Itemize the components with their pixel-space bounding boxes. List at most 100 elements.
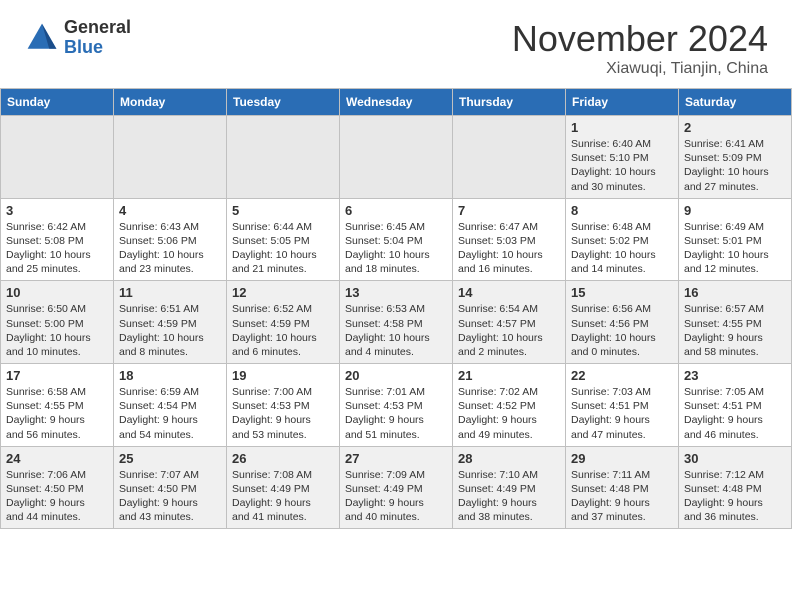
calendar-week-row: 10 Sunrise: 6:50 AM Sunset: 5:00 PM Dayli…	[1, 281, 792, 364]
day-number: 21	[458, 368, 560, 383]
calendar-day-cell: 14 Sunrise: 6:54 AM Sunset: 4:57 PM Dayli…	[453, 281, 566, 364]
calendar-day-cell: 17 Sunrise: 6:58 AM Sunset: 4:55 PM Dayli…	[1, 364, 114, 447]
day-info: Sunrise: 6:41 AM Sunset: 5:09 PM Dayligh…	[684, 137, 786, 194]
day-number: 22	[571, 368, 673, 383]
day-info: Sunrise: 6:50 AM Sunset: 5:00 PM Dayligh…	[6, 302, 108, 359]
day-info: Sunrise: 6:43 AM Sunset: 5:06 PM Dayligh…	[119, 220, 221, 277]
day-info: Sunrise: 6:57 AM Sunset: 4:55 PM Dayligh…	[684, 302, 786, 359]
day-info: Sunrise: 7:10 AM Sunset: 4:49 PM Dayligh…	[458, 468, 560, 525]
calendar-day-cell: 19 Sunrise: 7:00 AM Sunset: 4:53 PM Dayli…	[227, 364, 340, 447]
calendar-day-cell	[1, 116, 114, 199]
calendar-day-cell: 18Sunrise: 6:59 AM Sunset: 4:54 PM Dayli…	[114, 364, 227, 447]
calendar-table: SundayMondayTuesdayWednesdayThursdayFrid…	[0, 88, 792, 529]
day-number: 20	[345, 368, 447, 383]
calendar-day-cell: 2 Sunrise: 6:41 AM Sunset: 5:09 PM Daylig…	[679, 116, 792, 199]
day-number: 3	[6, 203, 108, 218]
day-info: Sunrise: 6:59 AM Sunset: 4:54 PM Dayligh…	[119, 385, 221, 442]
day-number: 13	[345, 285, 447, 300]
day-info: Sunrise: 6:42 AM Sunset: 5:08 PM Dayligh…	[6, 220, 108, 277]
logo: General Blue	[24, 18, 131, 58]
calendar-day-cell: 20Sunrise: 7:01 AM Sunset: 4:53 PM Dayli…	[340, 364, 453, 447]
month-title: November 2024	[512, 18, 768, 60]
day-info: Sunrise: 6:47 AM Sunset: 5:03 PM Dayligh…	[458, 220, 560, 277]
day-number: 5	[232, 203, 334, 218]
weekday-header: Sunday	[1, 89, 114, 116]
calendar-week-row: 17 Sunrise: 6:58 AM Sunset: 4:55 PM Dayli…	[1, 364, 792, 447]
logo-icon	[24, 20, 60, 56]
day-info: Sunrise: 6:51 AM Sunset: 4:59 PM Dayligh…	[119, 302, 221, 359]
calendar-day-cell: 23 Sunrise: 7:05 AM Sunset: 4:51 PM Dayli…	[679, 364, 792, 447]
calendar-day-cell: 11 Sunrise: 6:51 AM Sunset: 4:59 PM Dayli…	[114, 281, 227, 364]
calendar-day-cell: 5 Sunrise: 6:44 AM Sunset: 5:05 PM Daylig…	[227, 198, 340, 281]
day-info: Sunrise: 6:54 AM Sunset: 4:57 PM Dayligh…	[458, 302, 560, 359]
weekday-header: Wednesday	[340, 89, 453, 116]
day-info: Sunrise: 7:00 AM Sunset: 4:53 PM Dayligh…	[232, 385, 334, 442]
calendar-day-cell: 1 Sunrise: 6:40 AM Sunset: 5:10 PM Daylig…	[566, 116, 679, 199]
day-info: Sunrise: 6:40 AM Sunset: 5:10 PM Dayligh…	[571, 137, 673, 194]
day-number: 6	[345, 203, 447, 218]
calendar-day-cell: 9Sunrise: 6:49 AM Sunset: 5:01 PM Daylig…	[679, 198, 792, 281]
calendar-day-cell	[227, 116, 340, 199]
page-header: General Blue November 2024 Xiawuqi, Tian…	[0, 0, 792, 88]
calendar-day-cell: 12 Sunrise: 6:52 AM Sunset: 4:59 PM Dayli…	[227, 281, 340, 364]
day-info: Sunrise: 7:05 AM Sunset: 4:51 PM Dayligh…	[684, 385, 786, 442]
calendar-day-cell	[114, 116, 227, 199]
day-info: Sunrise: 6:58 AM Sunset: 4:55 PM Dayligh…	[6, 385, 108, 442]
calendar-day-cell: 4 Sunrise: 6:43 AM Sunset: 5:06 PM Daylig…	[114, 198, 227, 281]
day-info: Sunrise: 7:02 AM Sunset: 4:52 PM Dayligh…	[458, 385, 560, 442]
calendar-day-cell: 29Sunrise: 7:11 AM Sunset: 4:48 PM Dayli…	[566, 446, 679, 529]
calendar-day-cell: 15Sunrise: 6:56 AM Sunset: 4:56 PM Dayli…	[566, 281, 679, 364]
weekday-header: Tuesday	[227, 89, 340, 116]
calendar-day-cell: 8 Sunrise: 6:48 AM Sunset: 5:02 PM Daylig…	[566, 198, 679, 281]
day-number: 24	[6, 451, 108, 466]
day-info: Sunrise: 7:07 AM Sunset: 4:50 PM Dayligh…	[119, 468, 221, 525]
day-number: 14	[458, 285, 560, 300]
calendar-week-row: 24 Sunrise: 7:06 AM Sunset: 4:50 PM Dayli…	[1, 446, 792, 529]
calendar-day-cell: 27 Sunrise: 7:09 AM Sunset: 4:49 PM Dayli…	[340, 446, 453, 529]
calendar-day-cell: 7 Sunrise: 6:47 AM Sunset: 5:03 PM Daylig…	[453, 198, 566, 281]
calendar-day-cell	[340, 116, 453, 199]
calendar-day-cell: 30Sunrise: 7:12 AM Sunset: 4:48 PM Dayli…	[679, 446, 792, 529]
day-number: 11	[119, 285, 221, 300]
calendar-day-cell: 16 Sunrise: 6:57 AM Sunset: 4:55 PM Dayli…	[679, 281, 792, 364]
day-number: 23	[684, 368, 786, 383]
calendar-week-row: 1 Sunrise: 6:40 AM Sunset: 5:10 PM Daylig…	[1, 116, 792, 199]
day-number: 29	[571, 451, 673, 466]
logo-blue-text: Blue	[64, 38, 131, 58]
title-block: November 2024 Xiawuqi, Tianjin, China	[512, 18, 768, 78]
weekday-header: Monday	[114, 89, 227, 116]
calendar-day-cell: 25Sunrise: 7:07 AM Sunset: 4:50 PM Dayli…	[114, 446, 227, 529]
calendar-day-cell: 13Sunrise: 6:53 AM Sunset: 4:58 PM Dayli…	[340, 281, 453, 364]
weekday-header: Friday	[566, 89, 679, 116]
calendar-day-cell	[453, 116, 566, 199]
logo-general-text: General	[64, 18, 131, 38]
day-number: 10	[6, 285, 108, 300]
weekday-header: Thursday	[453, 89, 566, 116]
calendar-day-cell: 28 Sunrise: 7:10 AM Sunset: 4:49 PM Dayli…	[453, 446, 566, 529]
day-info: Sunrise: 7:06 AM Sunset: 4:50 PM Dayligh…	[6, 468, 108, 525]
calendar-day-cell: 22Sunrise: 7:03 AM Sunset: 4:51 PM Dayli…	[566, 364, 679, 447]
calendar-day-cell: 26Sunrise: 7:08 AM Sunset: 4:49 PM Dayli…	[227, 446, 340, 529]
calendar-week-row: 3 Sunrise: 6:42 AM Sunset: 5:08 PM Daylig…	[1, 198, 792, 281]
day-number: 4	[119, 203, 221, 218]
day-number: 8	[571, 203, 673, 218]
day-number: 16	[684, 285, 786, 300]
day-number: 19	[232, 368, 334, 383]
day-info: Sunrise: 6:52 AM Sunset: 4:59 PM Dayligh…	[232, 302, 334, 359]
day-number: 26	[232, 451, 334, 466]
day-number: 12	[232, 285, 334, 300]
day-number: 9	[684, 203, 786, 218]
day-number: 17	[6, 368, 108, 383]
day-number: 28	[458, 451, 560, 466]
day-number: 7	[458, 203, 560, 218]
day-info: Sunrise: 7:09 AM Sunset: 4:49 PM Dayligh…	[345, 468, 447, 525]
day-info: Sunrise: 7:12 AM Sunset: 4:48 PM Dayligh…	[684, 468, 786, 525]
day-info: Sunrise: 6:44 AM Sunset: 5:05 PM Dayligh…	[232, 220, 334, 277]
calendar-day-cell: 21 Sunrise: 7:02 AM Sunset: 4:52 PM Dayli…	[453, 364, 566, 447]
day-info: Sunrise: 6:48 AM Sunset: 5:02 PM Dayligh…	[571, 220, 673, 277]
day-info: Sunrise: 6:56 AM Sunset: 4:56 PM Dayligh…	[571, 302, 673, 359]
day-number: 1	[571, 120, 673, 135]
day-info: Sunrise: 6:45 AM Sunset: 5:04 PM Dayligh…	[345, 220, 447, 277]
day-number: 2	[684, 120, 786, 135]
day-number: 27	[345, 451, 447, 466]
